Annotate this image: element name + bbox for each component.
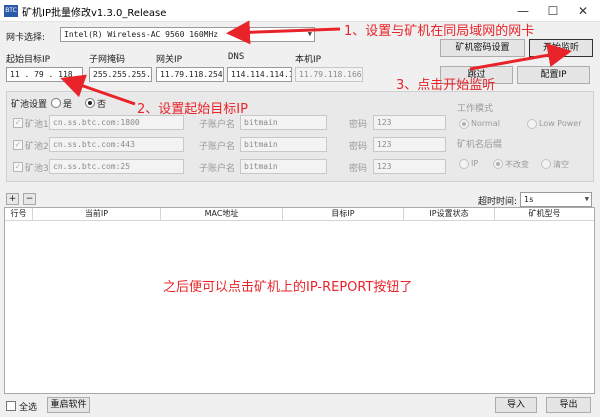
annotation-note: 之后便可以点击矿机上的IP-REPORT按钮了 [163, 280, 413, 295]
arrow-to-start-listen [469, 43, 572, 71]
annotation-step-1: 1、设置与矿机在同局域网的网卡 [344, 24, 535, 39]
arrow-to-network-adapter [226, 20, 341, 45]
annotation-arrows [60, 20, 572, 106]
annotation-step-3: 3、点击开始监听 [396, 78, 496, 93]
main-window: BTC 矿机IP批量修改v1.3.0_Release — ☐ ✕ 网卡选择: I… [0, 0, 600, 417]
arrow-to-start-ip [60, 74, 136, 106]
annotation-step-2: 2、设置起始目标IP [137, 102, 248, 117]
